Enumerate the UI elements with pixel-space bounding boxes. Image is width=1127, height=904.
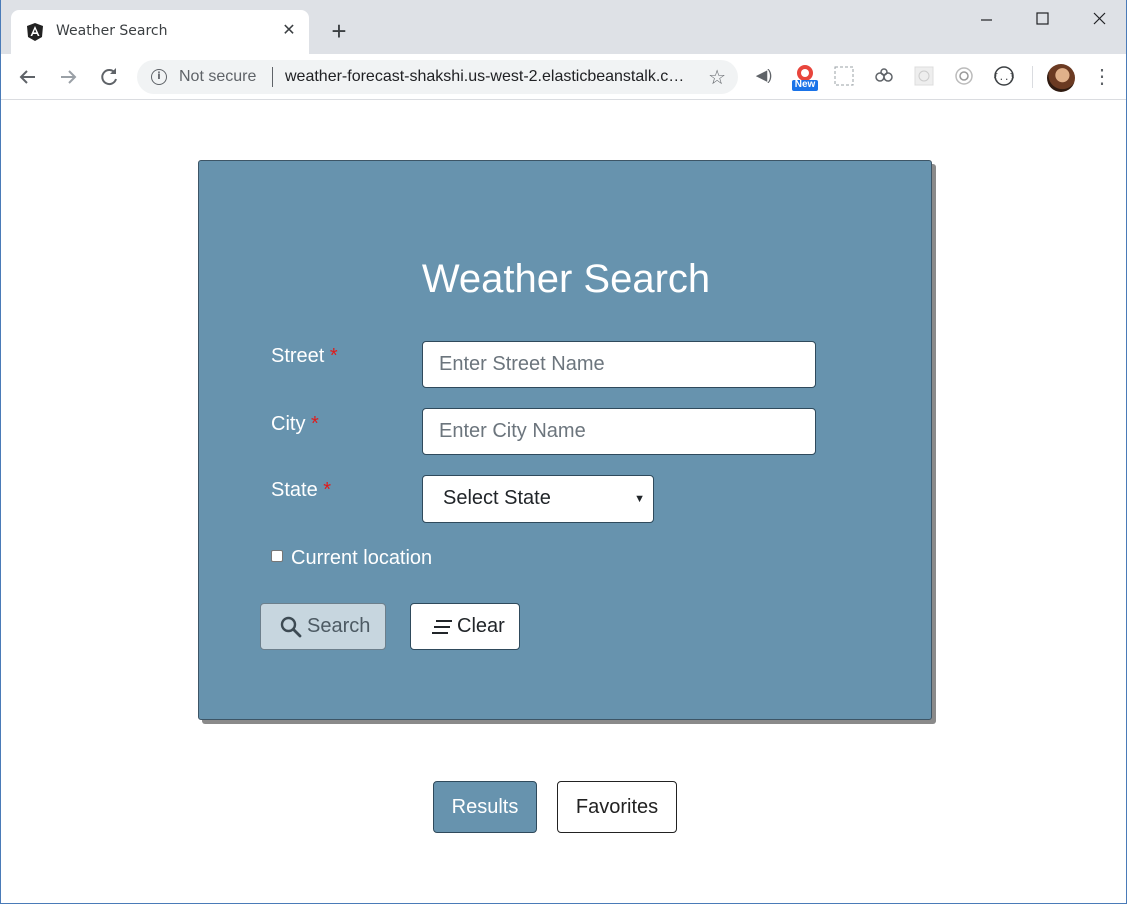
tab-results[interactable]: Results xyxy=(433,781,537,833)
maximize-icon[interactable] xyxy=(1019,6,1065,34)
tab-favorites[interactable]: Favorites xyxy=(557,781,677,833)
reload-icon[interactable] xyxy=(95,63,123,91)
browser-tabstrip: Weather Search ✕ + xyxy=(0,0,1127,54)
browser-toolbar: i Not secure weather-forecast-shakshi.us… xyxy=(0,54,1127,100)
minimize-icon[interactable] xyxy=(963,6,1009,34)
info-icon[interactable]: i xyxy=(151,69,167,85)
search-button[interactable]: Search xyxy=(260,603,386,650)
tab-title: Weather Search xyxy=(56,23,168,39)
extension-new-icon[interactable]: New xyxy=(792,65,818,91)
current-location-label[interactable]: Current location xyxy=(291,547,432,570)
security-status: Not secure xyxy=(179,68,257,85)
bookmark-star-icon[interactable]: ☆ xyxy=(708,65,726,90)
extension-link-icon[interactable] xyxy=(873,65,895,87)
toolbar-divider xyxy=(1032,66,1033,88)
city-input[interactable] xyxy=(422,408,816,455)
page-title: Weather Search xyxy=(421,257,711,301)
state-select-value: Select State xyxy=(443,487,551,509)
omnibox-divider xyxy=(272,67,273,87)
city-label-text: City xyxy=(271,413,306,435)
weather-search-card: Weather Search Street * City * State * S… xyxy=(198,160,932,720)
search-icon xyxy=(280,616,302,638)
street-label: Street * xyxy=(271,345,338,368)
required-mark: * xyxy=(329,345,338,367)
state-label-text: State xyxy=(271,479,318,501)
svg-text:{..}: {..} xyxy=(993,73,1015,83)
clear-button[interactable]: Clear xyxy=(410,603,520,650)
close-window-icon[interactable] xyxy=(1076,6,1122,34)
profile-avatar[interactable] xyxy=(1047,64,1075,92)
extension-new-badge: New xyxy=(794,79,816,90)
street-input[interactable] xyxy=(422,341,816,388)
chevron-down-icon: ▼ xyxy=(634,493,645,505)
extension-target-icon[interactable] xyxy=(953,65,975,87)
extension-sound-icon[interactable]: ◀) xyxy=(753,65,775,87)
address-bar[interactable]: i Not secure weather-forecast-shakshi.us… xyxy=(137,60,738,94)
required-mark: * xyxy=(323,479,332,501)
browser-tab[interactable]: Weather Search ✕ xyxy=(11,10,309,54)
angular-logo-icon xyxy=(27,23,43,41)
required-mark: * xyxy=(311,413,319,435)
tab-close-icon[interactable]: ✕ xyxy=(279,21,299,41)
extension-grid-icon[interactable] xyxy=(913,65,935,87)
search-button-label: Search xyxy=(307,615,371,637)
state-select[interactable]: Select State ▼ xyxy=(422,475,654,523)
state-label: State * xyxy=(271,479,331,502)
extension-dashed-icon[interactable] xyxy=(833,65,855,87)
clear-lines-icon xyxy=(432,620,452,634)
street-label-text: Street xyxy=(271,345,325,367)
current-location-checkbox[interactable] xyxy=(271,550,283,562)
clear-button-label: Clear xyxy=(457,615,505,637)
browser-menu-icon[interactable]: ⋮ xyxy=(1092,64,1112,92)
city-label: City * xyxy=(271,413,319,436)
url-text[interactable]: weather-forecast-shakshi.us-west-2.elast… xyxy=(285,68,690,86)
forward-arrow-icon[interactable] xyxy=(54,63,82,91)
extension-code-icon[interactable]: {..} xyxy=(993,65,1015,87)
back-arrow-icon[interactable] xyxy=(14,63,42,91)
new-tab-icon[interactable]: + xyxy=(326,18,352,45)
